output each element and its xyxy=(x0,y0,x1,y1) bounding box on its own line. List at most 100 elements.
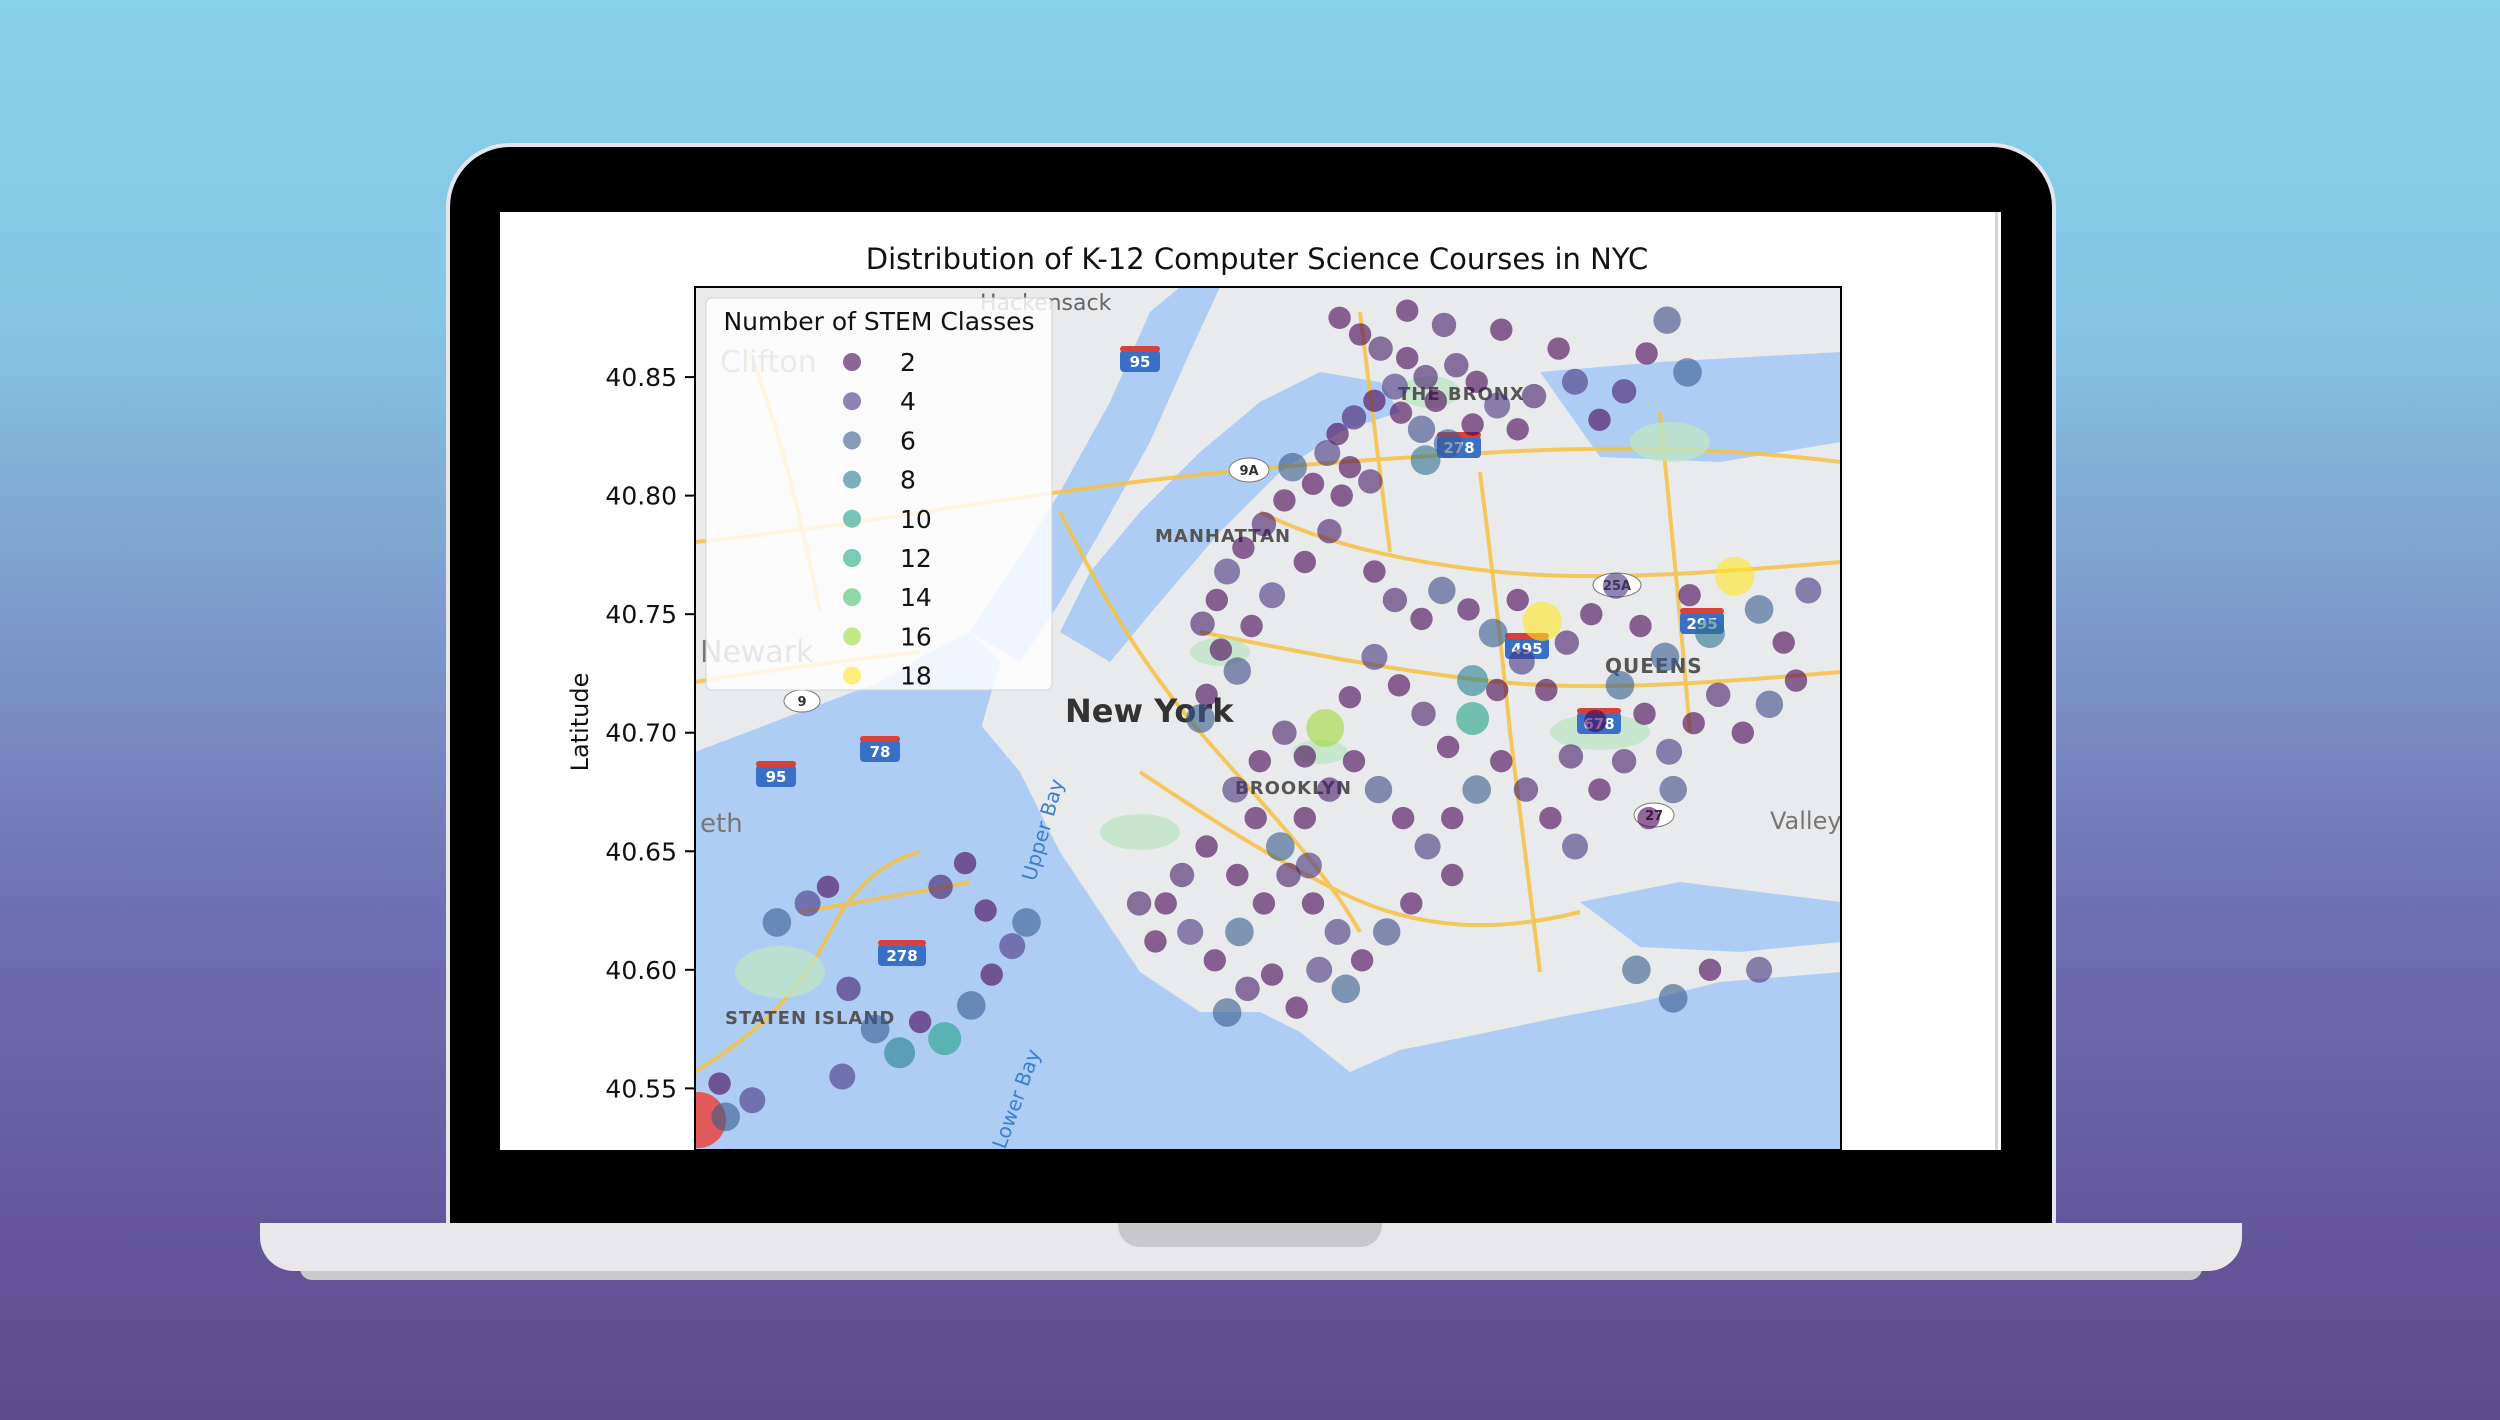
legend-marker xyxy=(843,470,861,489)
legend-marker xyxy=(843,588,861,607)
school-point xyxy=(1602,572,1629,599)
school-point xyxy=(1457,665,1489,697)
school-point xyxy=(1611,749,1637,774)
school-point xyxy=(1653,306,1681,334)
school-point xyxy=(1259,582,1286,609)
school-point xyxy=(1338,456,1362,479)
school-point xyxy=(739,1087,766,1114)
school-point xyxy=(1424,389,1447,412)
school-point xyxy=(1658,984,1688,1013)
school-point xyxy=(1622,955,1651,985)
school-point xyxy=(1363,560,1386,583)
school-point xyxy=(1656,738,1683,765)
legend-marker xyxy=(843,431,861,450)
school-point xyxy=(1784,669,1808,692)
school-point xyxy=(1154,892,1177,915)
legend: Number of STEM Classes 2 4 6 8 10 12 14 16 18 xyxy=(705,297,1053,691)
school-point xyxy=(1285,996,1308,1019)
svg-text:278: 278 xyxy=(886,947,917,965)
legend-label: 2 xyxy=(900,348,916,377)
school-point xyxy=(928,1022,962,1056)
legend-label: 16 xyxy=(900,622,932,651)
school-point xyxy=(1306,709,1345,747)
school-point xyxy=(1629,614,1652,638)
school-point xyxy=(1633,702,1656,725)
school-point xyxy=(1521,383,1547,409)
school-point xyxy=(1212,998,1242,1027)
school-point xyxy=(1478,618,1508,648)
y-tick-label: 40.75 xyxy=(605,600,677,629)
school-point xyxy=(1195,683,1218,706)
school-point xyxy=(1295,852,1322,879)
school-point xyxy=(1706,682,1731,707)
y-axis-label: Latitude xyxy=(566,673,594,772)
school-point xyxy=(1260,963,1284,986)
school-point xyxy=(1278,452,1307,482)
school-point xyxy=(1714,556,1755,596)
school-point xyxy=(1486,678,1509,702)
screen-edge xyxy=(1995,212,1998,1150)
school-point xyxy=(1562,833,1588,860)
school-point xyxy=(1539,806,1562,830)
school-point xyxy=(1387,674,1411,697)
school-point xyxy=(1177,918,1204,945)
school-point xyxy=(1190,611,1215,636)
school-point xyxy=(1558,744,1584,769)
school-point xyxy=(1522,601,1562,641)
school-point xyxy=(1588,408,1611,431)
school-point xyxy=(1328,306,1351,329)
school-point xyxy=(1506,588,1529,612)
legend-label: 12 xyxy=(900,544,932,573)
school-point xyxy=(1252,892,1276,915)
school-point xyxy=(1695,618,1725,648)
y-tick-label: 40.65 xyxy=(605,837,677,866)
school-point xyxy=(1431,312,1457,338)
school-point xyxy=(1126,891,1152,916)
legend-label: 14 xyxy=(900,583,932,612)
school-point xyxy=(836,976,861,1001)
school-point xyxy=(1235,976,1260,1001)
school-point xyxy=(1400,892,1423,915)
school-point xyxy=(1744,595,1774,624)
school-point xyxy=(1484,392,1511,419)
school-point xyxy=(1240,614,1263,638)
school-point xyxy=(1456,702,1490,735)
school-point xyxy=(908,1010,932,1034)
y-tick-label: 40.80 xyxy=(605,482,677,511)
school-point xyxy=(1746,956,1773,983)
legend-marker xyxy=(843,509,861,528)
school-point xyxy=(1637,806,1660,830)
school-point xyxy=(1389,401,1413,424)
school-point xyxy=(1301,472,1325,495)
legend-marker xyxy=(843,627,861,646)
school-point xyxy=(1248,750,1271,773)
school-point xyxy=(1698,958,1722,981)
school-point xyxy=(1368,336,1393,361)
school-point xyxy=(1678,584,1701,607)
school-point xyxy=(1441,863,1464,887)
school-point xyxy=(1317,519,1342,544)
school-point xyxy=(1338,686,1362,709)
school-point xyxy=(1342,750,1366,773)
school-point xyxy=(1251,511,1277,537)
school-point xyxy=(1410,445,1441,475)
school-point xyxy=(816,875,840,898)
school-point xyxy=(1361,643,1388,670)
school-point xyxy=(1293,550,1316,574)
legend-label: 18 xyxy=(900,662,932,691)
school-point xyxy=(1209,638,1233,661)
school-point xyxy=(1391,806,1415,830)
school-point xyxy=(1222,776,1249,803)
school-point xyxy=(1755,690,1784,718)
svg-text:Valley: Valley xyxy=(1770,807,1842,835)
legend-marker xyxy=(843,666,861,685)
school-point xyxy=(953,851,977,875)
school-point xyxy=(1358,469,1383,494)
school-point xyxy=(1731,721,1755,744)
legend-marker xyxy=(843,353,861,371)
school-point xyxy=(1396,346,1419,370)
school-point xyxy=(1795,577,1822,604)
y-axis: 40.55 40.60 40.65 40.70 40.75 40.80 40.85 xyxy=(605,363,695,1103)
school-point xyxy=(1226,863,1249,887)
school-point xyxy=(1203,949,1226,972)
